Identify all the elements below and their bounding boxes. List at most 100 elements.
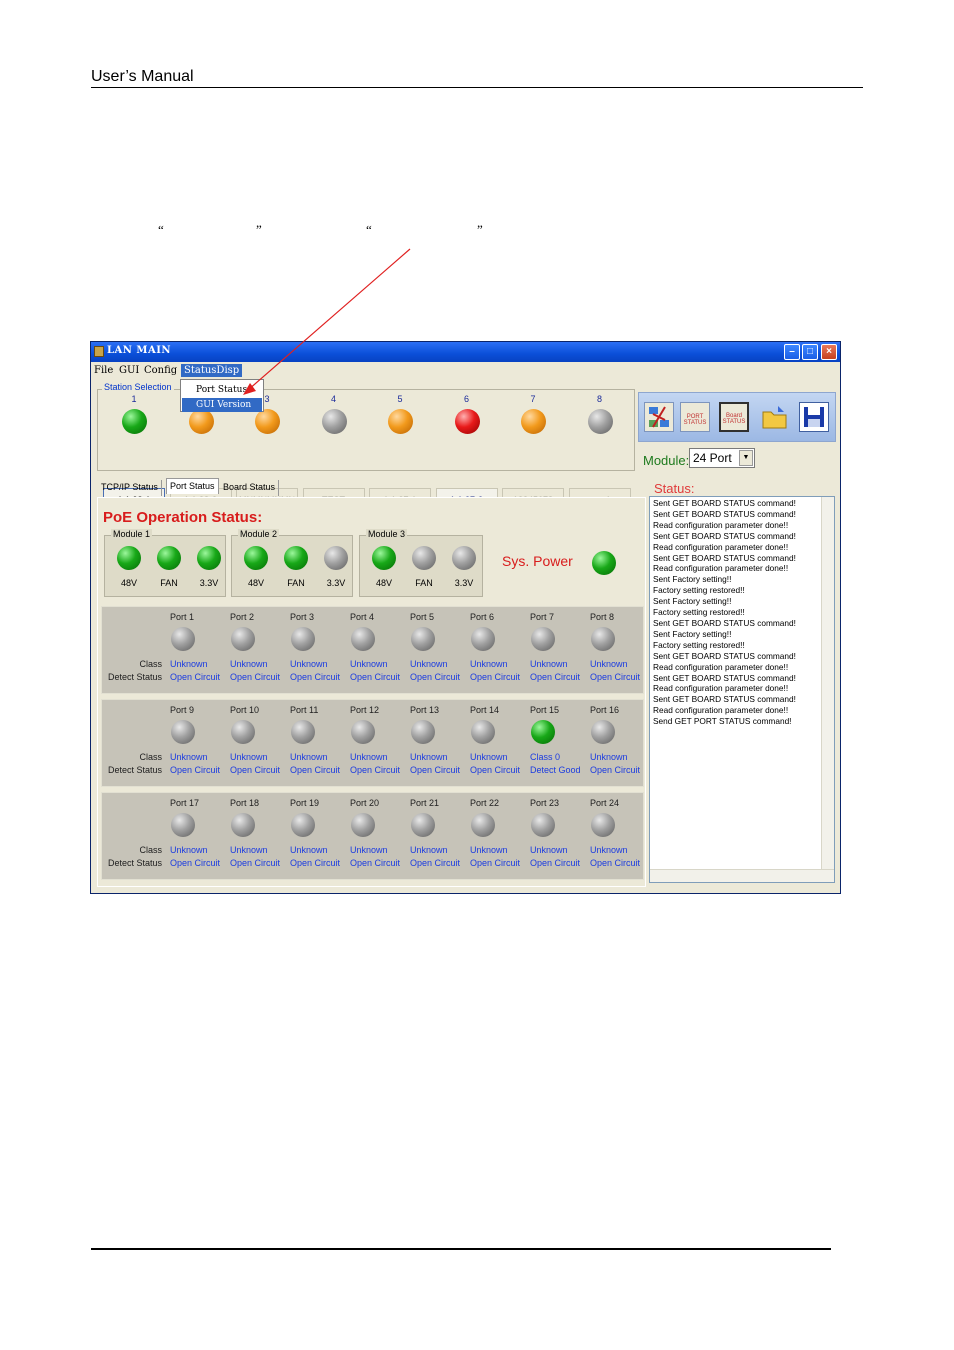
port-detect-status: Open Circuit	[470, 765, 521, 775]
port-led[interactable]	[231, 627, 255, 651]
log-line: Read configuration parameter done!!	[653, 541, 789, 552]
station-number: 8	[596, 394, 602, 404]
station-led[interactable]	[454, 409, 480, 434]
open-quote-1: “	[158, 222, 164, 237]
module-led	[244, 546, 268, 570]
log-line: Sent GET BOARD STATUS command!	[653, 672, 796, 683]
port-label: Port 9	[170, 705, 195, 715]
board-status-button[interactable]: Board STATUS	[719, 402, 749, 432]
chevron-down-icon[interactable]: ▼	[739, 450, 753, 466]
port-led[interactable]	[171, 813, 195, 837]
port-label: Port 24	[590, 798, 620, 808]
sys-power-label: Sys. Power	[502, 553, 573, 569]
port-led[interactable]	[591, 627, 615, 651]
station-selection-group: Station Selection 11.1.38-121.1.38-23MNM…	[97, 382, 635, 512]
log-line: Sent Factory setting!!	[653, 596, 732, 607]
menu-gui[interactable]: GUI	[119, 365, 139, 376]
port-led[interactable]	[471, 720, 495, 744]
port-led[interactable]	[471, 813, 495, 837]
save-button[interactable]	[799, 402, 829, 432]
station-led[interactable]	[388, 409, 413, 434]
port-led[interactable]	[231, 720, 255, 744]
tab-port-status[interactable]: Port Status	[166, 478, 219, 494]
module-led	[117, 546, 141, 570]
port-class: Unknown	[590, 845, 628, 855]
module-select[interactable]: 24 Port ▼	[689, 448, 755, 468]
module-led-label: 3.3V	[326, 578, 346, 588]
port-led[interactable]	[591, 813, 615, 837]
port-led[interactable]	[411, 720, 435, 744]
port-led[interactable]	[231, 813, 255, 837]
close-quote-1: ”	[256, 222, 262, 237]
network-icon-button[interactable]	[644, 402, 674, 432]
port-class: Unknown	[290, 845, 328, 855]
log-line: Read configuration parameter done!!	[653, 519, 789, 530]
title-bar[interactable]: LAN MAIN – □ ×	[91, 342, 840, 362]
station-led[interactable]	[255, 409, 280, 434]
status-label: Status:	[654, 481, 695, 496]
open-folder-button[interactable]	[760, 402, 790, 432]
port-led[interactable]	[291, 813, 315, 837]
module-led	[157, 546, 181, 570]
port-detect-status: Open Circuit	[230, 765, 281, 775]
port-led[interactable]	[531, 813, 555, 837]
port-led[interactable]	[591, 720, 615, 744]
port-status-button[interactable]: PORT STATUS	[680, 402, 710, 432]
port-led[interactable]	[351, 720, 375, 744]
port-detect-status: Open Circuit	[290, 765, 341, 775]
port-label: Port 13	[410, 705, 440, 715]
port-led[interactable]	[471, 627, 495, 651]
minimize-button[interactable]: –	[784, 344, 800, 360]
port-label: Port 17	[170, 798, 200, 808]
station-led[interactable]	[587, 409, 613, 434]
close-button[interactable]: ×	[821, 344, 837, 360]
log-line: Factory setting restored!!	[653, 607, 745, 618]
log-line: Sent GET BOARD STATUS command!	[653, 498, 796, 508]
station-led[interactable]	[521, 409, 546, 434]
maximize-button[interactable]: □	[802, 344, 818, 360]
tab-board-status[interactable]: Board Status	[220, 480, 280, 496]
station-led[interactable]	[122, 409, 147, 434]
menu-item-port-status[interactable]: Port Status	[182, 383, 262, 397]
log-horizontal-scrollbar[interactable]	[650, 869, 834, 882]
port-led[interactable]	[171, 627, 195, 651]
port-detect-status: Open Circuit	[410, 765, 461, 775]
menu-statusdisp[interactable]: StatusDisp	[181, 364, 243, 377]
port-class: Class 0	[530, 752, 561, 762]
port-label: Port 16	[590, 705, 620, 715]
port-row: Class Detect Status Port 9 Unknown Open Circ…	[101, 699, 644, 787]
port-led[interactable]	[411, 813, 435, 837]
port-detect-status: Open Circuit	[350, 765, 401, 775]
port-led[interactable]	[291, 627, 315, 651]
port-row: Class Detect Status Port 17 Unknown Open Cir…	[101, 792, 644, 880]
menu-file[interactable]: File	[94, 365, 113, 376]
port-label: Port 12	[350, 705, 380, 715]
port-led[interactable]	[531, 627, 555, 651]
tab-tcpip-status[interactable]: TCP/IP Status	[98, 480, 162, 496]
module-select-value: 24 Port	[693, 451, 732, 465]
port-led[interactable]	[291, 720, 315, 744]
port-led[interactable]	[351, 627, 375, 651]
class-caption: Class	[139, 845, 162, 855]
module-led-label: FAN	[287, 578, 305, 588]
module-group: Module 2 48V FAN 3.3V	[231, 529, 353, 597]
port-led[interactable]	[171, 720, 195, 744]
port-led[interactable]	[531, 720, 555, 744]
header-rule	[91, 87, 863, 88]
station-led[interactable]	[188, 409, 214, 434]
menu-item-gui-version[interactable]: GUI Version	[182, 398, 262, 412]
status-log[interactable]: Sent GET BOARD STATUS command! Sent GET B…	[649, 496, 835, 883]
module-group: Module 1 48V FAN 3.3V	[104, 529, 226, 597]
port-led[interactable]	[411, 627, 435, 651]
poe-status-title: PoE Operation Status:	[103, 509, 263, 526]
module-group: Module 3 48V FAN 3.3V	[359, 529, 483, 597]
close-quote-2: ”	[477, 222, 483, 237]
menu-config[interactable]: Config	[144, 365, 177, 376]
lan-main-window: LAN MAIN – □ × File GUI Config StatusDis…	[90, 341, 841, 894]
station-led[interactable]	[321, 409, 347, 434]
port-label: Port 3	[290, 612, 315, 622]
log-vertical-scrollbar[interactable]	[821, 497, 834, 869]
port-led[interactable]	[351, 813, 375, 837]
log-line: Factory setting restored!!	[653, 639, 745, 650]
port-class: Unknown	[350, 659, 388, 669]
